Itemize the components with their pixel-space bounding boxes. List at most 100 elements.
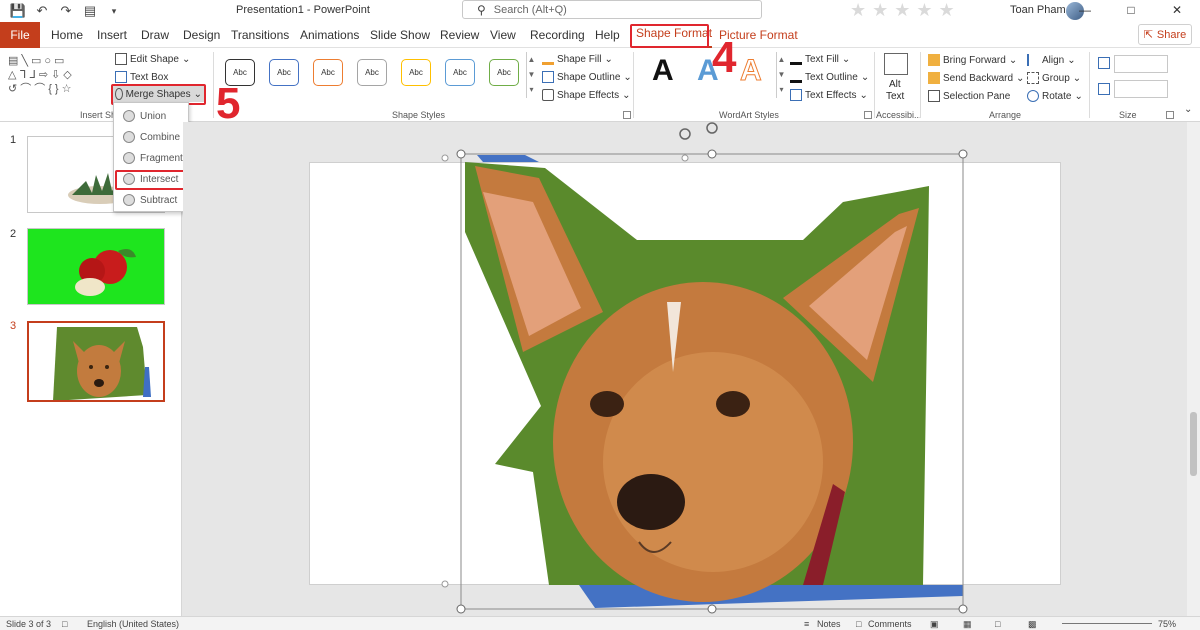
tab-recording[interactable]: Recording [530, 22, 585, 48]
customize-qat-icon[interactable]: ▾ [106, 3, 122, 19]
send-backward-icon [928, 72, 940, 84]
menu-item-subtract[interactable]: Subtract [116, 191, 186, 209]
align-button[interactable]: Align ⌄ [1027, 52, 1076, 68]
shape-style-2[interactable]: Abc [269, 59, 299, 86]
present-icon[interactable]: ▤ [82, 3, 98, 19]
group-label-accessibility: Accessibi... [876, 110, 922, 120]
group-icon [1027, 72, 1039, 84]
language-indicator[interactable]: English (United States) [87, 619, 179, 629]
wordart-scroll[interactable]: ▲ ▼ ▾ [776, 52, 786, 98]
group-button[interactable]: Group ⌄ [1027, 70, 1081, 86]
send-backward-button[interactable]: Send Backward ⌄ [928, 70, 1024, 86]
slideshow-icon[interactable]: ▩ [1028, 619, 1037, 630]
zoom-level[interactable]: 75% [1158, 619, 1176, 629]
wordart-launcher-icon[interactable] [864, 111, 872, 119]
text-outline-button[interactable]: Text Outline ⌄ [790, 69, 869, 85]
text-fill-icon [790, 53, 802, 65]
wordart-style-orange[interactable]: A [740, 54, 763, 88]
size-launcher-icon[interactable] [1166, 111, 1174, 119]
tab-draw[interactable]: Draw [141, 22, 169, 48]
tab-home[interactable]: Home [51, 22, 83, 48]
union-icon [123, 110, 135, 122]
shape-style-4[interactable]: Abc [357, 59, 387, 86]
text-outline-icon [790, 71, 802, 83]
shape-effects-label: Shape Effects [557, 89, 620, 101]
decorative-stars: ★★★★★ [850, 0, 961, 20]
vertical-scrollbar[interactable] [1187, 122, 1200, 616]
shape-outline-button[interactable]: Shape Outline ⌄ [542, 69, 632, 85]
rotate-button[interactable]: Rotate ⌄ [1027, 88, 1083, 104]
text-effects-button[interactable]: Text Effects ⌄ [790, 87, 868, 103]
minimize-icon[interactable]: — [1062, 0, 1108, 22]
height-icon [1098, 57, 1110, 69]
shape-style-6[interactable]: Abc [445, 59, 475, 86]
spelling-icon[interactable]: □ [62, 619, 67, 629]
bring-forward-button[interactable]: Bring Forward ⌄ [928, 52, 1017, 68]
shape-styles-scroll[interactable]: ▲ ▼ ▾ [526, 52, 536, 98]
separator [1089, 52, 1090, 118]
close-icon[interactable]: ✕ [1154, 0, 1200, 22]
tab-animations[interactable]: Animations [300, 22, 359, 48]
normal-view-icon[interactable]: ▣ [930, 619, 939, 630]
shape-style-5[interactable]: Abc [401, 59, 431, 86]
slide-thumbnail-2[interactable] [27, 228, 165, 305]
tab-help[interactable]: Help [595, 22, 620, 48]
comments-icon: □ [856, 619, 862, 629]
selection-pane-button[interactable]: Selection Pane [928, 88, 1010, 104]
tab-view[interactable]: View [490, 22, 516, 48]
shapes-gallery[interactable]: ▤╲▭○▭ △ᒣᒧ⇨⇩◇ ↺⌒⌒{}☆ [8, 54, 108, 96]
user-name[interactable]: Toan Pham [1010, 4, 1066, 16]
maximize-icon[interactable]: □ [1108, 0, 1154, 22]
selection-pane-label: Selection Pane [943, 90, 1011, 102]
shape-width-field[interactable] [1114, 80, 1168, 98]
slide-number-3: 3 [10, 320, 17, 332]
tab-slide-show[interactable]: Slide Show [370, 22, 430, 48]
text-outline-label: Text Outline [805, 71, 858, 83]
document-title: Presentation1 - PowerPoint [236, 4, 370, 16]
collapse-ribbon-icon[interactable]: ⌄ [1184, 104, 1192, 115]
highlight-box-shape-format [630, 24, 709, 48]
save-icon[interactable]: 💾 [10, 3, 26, 19]
dog-thumbnail-image [53, 327, 151, 400]
tab-file[interactable]: File [0, 22, 40, 48]
menu-item-fragment[interactable]: Fragment [116, 149, 186, 167]
share-label: Share [1156, 28, 1187, 41]
slide-thumbnail-3[interactable] [27, 321, 165, 402]
shape-fill-button[interactable]: Shape Fill ⌄ [542, 51, 613, 67]
text-effects-icon [790, 89, 802, 101]
subtract-label: Subtract [140, 194, 178, 206]
text-box-button[interactable]: Text Box [115, 69, 168, 85]
undo-icon[interactable]: ↶ [34, 3, 50, 19]
align-icon [1027, 54, 1039, 66]
menu-item-combine[interactable]: Combine [116, 128, 186, 146]
text-fill-button[interactable]: Text Fill ⌄ [790, 51, 850, 67]
scrollbar-thumb[interactable] [1190, 412, 1197, 476]
shape-styles-launcher-icon[interactable] [623, 111, 631, 119]
reading-view-icon[interactable]: □ [995, 619, 1000, 629]
merged-shape-image[interactable] [183, 122, 1187, 616]
comments-button[interactable]: Comments [868, 619, 912, 629]
tab-design[interactable]: Design [183, 22, 220, 48]
tab-transitions[interactable]: Transitions [231, 22, 289, 48]
alt-text-label-1[interactable]: Alt [889, 79, 901, 90]
slide-sorter-icon[interactable]: ▦ [963, 619, 972, 630]
send-backward-label: Send Backward [943, 72, 1014, 84]
shape-fill-label: Shape Fill [557, 53, 602, 65]
tab-review[interactable]: Review [440, 22, 479, 48]
zoom-slider[interactable] [1062, 623, 1152, 624]
share-button[interactable]: ⇱ Share [1138, 24, 1192, 45]
share-icon: ⇱ [1143, 29, 1153, 41]
shape-height-field[interactable] [1114, 55, 1168, 73]
shape-style-7[interactable]: Abc [489, 59, 519, 86]
tab-insert[interactable]: Insert [97, 22, 127, 48]
shape-effects-button[interactable]: Shape Effects ⌄ [542, 87, 630, 103]
edit-shape-button[interactable]: Edit Shape ⌄ [115, 51, 190, 67]
notes-button[interactable]: Notes [817, 619, 841, 629]
search-placeholder: Search (Alt+Q) [493, 3, 567, 16]
shape-style-3[interactable]: Abc [313, 59, 343, 86]
search-box[interactable]: ⚲ Search (Alt+Q) [462, 0, 762, 19]
alt-text-label-2[interactable]: Text [886, 91, 904, 102]
wordart-style-black[interactable]: A [652, 54, 674, 88]
redo-icon[interactable]: ↷ [58, 3, 74, 19]
menu-item-union[interactable]: Union [116, 107, 186, 125]
